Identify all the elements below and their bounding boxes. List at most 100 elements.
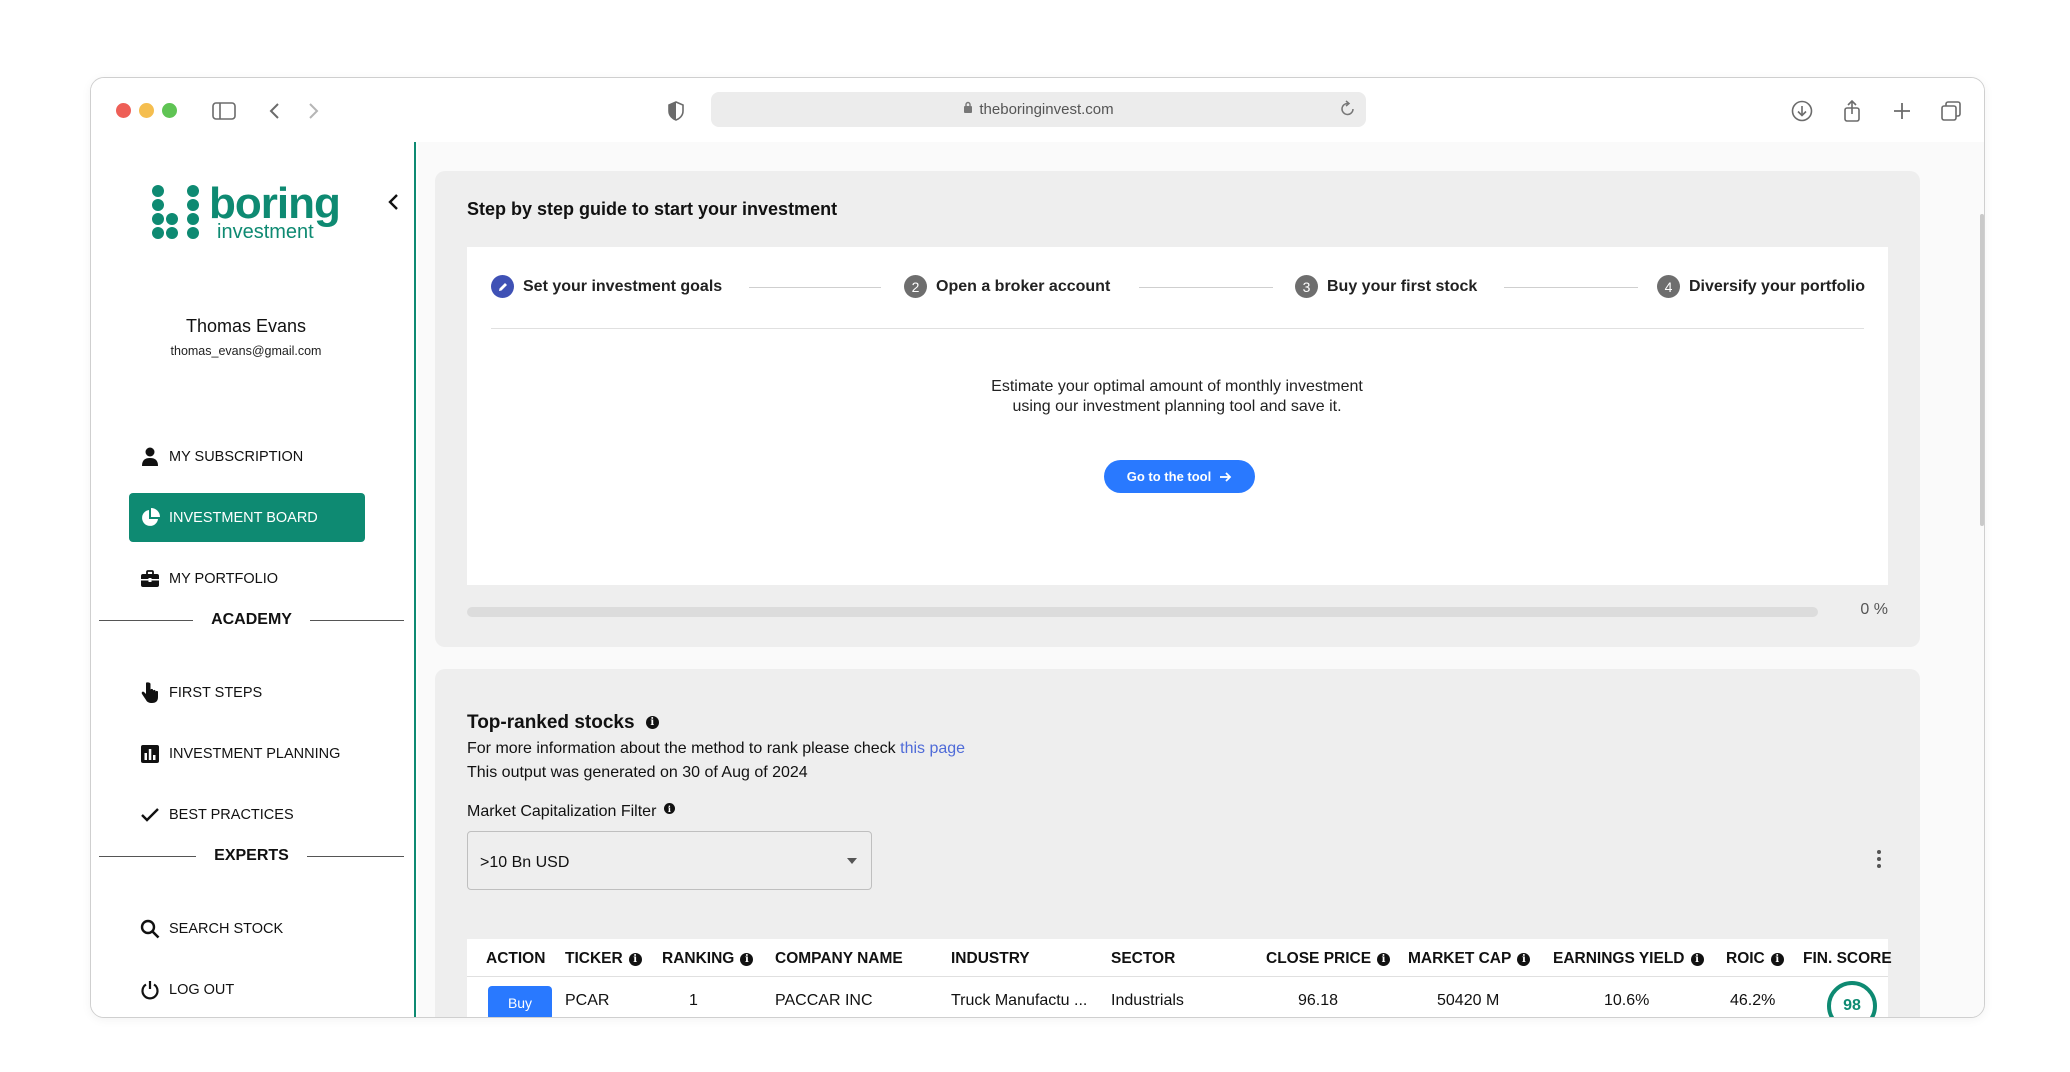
cell-earnings-yield: 10.6% bbox=[1604, 992, 1650, 1009]
step-label: Buy your first stock bbox=[1327, 277, 1478, 295]
ranked-info-text: For more information about the method to… bbox=[467, 740, 896, 757]
info-icon[interactable]: i bbox=[1517, 952, 1531, 966]
col-market-cap[interactable]: MARKET CAP i bbox=[1408, 950, 1531, 968]
sidebar: boring investment Thomas Evans thomas_ev… bbox=[91, 142, 416, 1017]
nav-my-portfolio[interactable]: MY PORTFOLIO bbox=[129, 554, 365, 603]
nav-label: BEST PRACTICES bbox=[169, 806, 294, 823]
button-label: Go to the tool bbox=[1126, 469, 1212, 484]
info-icon[interactable]: i bbox=[1770, 952, 1784, 966]
back-icon[interactable] bbox=[259, 96, 289, 126]
more-options-icon[interactable] bbox=[1869, 847, 1889, 871]
browser-toolbar: theboringinvest.com bbox=[91, 78, 1984, 142]
step-3[interactable]: 3 Buy your first stock bbox=[1295, 275, 1477, 298]
step-label: Diversify your portfolio bbox=[1689, 277, 1866, 295]
edit-pencil-icon bbox=[491, 275, 514, 298]
pie-chart-icon bbox=[139, 507, 161, 529]
forward-icon[interactable] bbox=[299, 96, 329, 126]
step-2[interactable]: 2 Open a broker account bbox=[904, 275, 1110, 298]
power-icon bbox=[139, 979, 161, 1001]
nav-my-subscription[interactable]: MY SUBSCRIPTION bbox=[129, 432, 365, 481]
nav-first-steps[interactable]: FIRST STEPS bbox=[129, 668, 365, 717]
user-email: thomas_evans@gmail.com bbox=[170, 344, 322, 358]
info-icon[interactable]: i bbox=[1690, 952, 1704, 966]
cell-industry: Truck Manufactu ... bbox=[951, 992, 1088, 1009]
vertical-scrollbar[interactable] bbox=[1980, 214, 1984, 526]
generated-date-text: This output was generated on 30 of Aug o… bbox=[467, 764, 808, 781]
check-icon bbox=[139, 804, 161, 826]
privacy-shield-icon[interactable] bbox=[661, 96, 691, 126]
tab-overview-icon[interactable] bbox=[1936, 96, 1966, 126]
select-value: >10 Bn USD bbox=[480, 854, 570, 871]
step-number: 3 bbox=[1295, 275, 1318, 298]
guide-progress-bar bbox=[467, 607, 1818, 617]
step-1[interactable]: Set your investment goals bbox=[491, 275, 722, 298]
nav-search-stock[interactable]: SEARCH STOCK bbox=[129, 904, 365, 953]
col-company-name[interactable]: COMPANY NAME bbox=[775, 950, 903, 968]
cell-company-name: PACCAR INC bbox=[775, 992, 873, 1009]
nav-label: INVESTMENT BOARD bbox=[169, 509, 318, 526]
info-icon[interactable]: i bbox=[645, 716, 659, 730]
info-icon[interactable]: i bbox=[663, 803, 675, 814]
ranked-title-text: Top-ranked stocks bbox=[467, 712, 635, 733]
lock-icon bbox=[963, 101, 973, 118]
sidebar-toggle-icon[interactable] bbox=[209, 96, 239, 126]
nav-investment-planning[interactable]: INVESTMENT PLANNING bbox=[129, 729, 365, 778]
step-connector bbox=[1139, 287, 1273, 288]
step-4[interactable]: 4 Diversify your portfolio bbox=[1657, 275, 1865, 298]
nav-label: SEARCH STOCK bbox=[169, 920, 284, 937]
close-window-button[interactable] bbox=[116, 103, 131, 118]
col-roic[interactable]: ROIC i bbox=[1726, 950, 1784, 968]
cell-sector: Industrials bbox=[1111, 992, 1184, 1009]
guide-title: Step by step guide to start your investm… bbox=[467, 199, 838, 219]
nav-best-practices[interactable]: BEST PRACTICES bbox=[129, 790, 365, 839]
address-bar[interactable]: theboringinvest.com bbox=[711, 92, 1366, 127]
download-icon[interactable] bbox=[1787, 96, 1817, 126]
academy-label: ACADEMY bbox=[211, 611, 292, 628]
col-industry[interactable]: INDUSTRY bbox=[951, 950, 1030, 968]
collapse-sidebar-icon[interactable] bbox=[381, 190, 405, 214]
table-row: Buy PCAR 1 PACCAR INC Truck Manufactu ..… bbox=[467, 977, 1888, 1017]
academy-section-header: ACADEMY bbox=[99, 610, 405, 630]
minimize-window-button[interactable] bbox=[139, 103, 154, 118]
stepper-card: Set your investment goals 2 Open a broke… bbox=[467, 247, 1888, 585]
cell-roic: 46.2% bbox=[1730, 992, 1776, 1009]
col-close-price[interactable]: CLOSE PRICE i bbox=[1266, 950, 1391, 968]
nav-log-out[interactable]: LOG OUT bbox=[129, 965, 365, 1014]
col-action[interactable]: ACTION bbox=[486, 950, 545, 968]
filter-label: Market Capitalization Filter i bbox=[467, 803, 675, 821]
zoom-window-button[interactable] bbox=[162, 103, 177, 118]
info-icon[interactable]: i bbox=[740, 952, 754, 966]
method-page-link[interactable]: this page bbox=[900, 740, 965, 757]
info-icon[interactable]: i bbox=[1377, 952, 1391, 966]
market-cap-filter-select[interactable]: >10 Bn USD bbox=[467, 831, 872, 890]
person-icon bbox=[139, 446, 161, 468]
ranked-info-line: For more information about the method to… bbox=[467, 740, 965, 758]
buy-button[interactable]: Buy bbox=[488, 986, 552, 1017]
cell-ticker: PCAR bbox=[565, 992, 610, 1009]
brand-logo[interactable]: boring investment bbox=[151, 182, 341, 242]
cell-ranking: 1 bbox=[689, 992, 698, 1009]
col-earnings-yield[interactable]: EARNINGS YIELD i bbox=[1553, 950, 1704, 968]
step-number: 2 bbox=[904, 275, 927, 298]
col-sector[interactable]: SECTOR bbox=[1111, 950, 1175, 968]
go-to-tool-button[interactable]: Go to the tool bbox=[1104, 460, 1255, 493]
step-description: Estimate your optimal amount of monthly … bbox=[991, 378, 1363, 415]
stepper-divider bbox=[491, 328, 1864, 329]
nav-label: INVESTMENT PLANNING bbox=[169, 745, 341, 762]
reload-icon[interactable] bbox=[1340, 99, 1356, 121]
col-ranking[interactable]: RANKING i bbox=[662, 950, 754, 968]
step-connector bbox=[749, 287, 881, 288]
search-icon bbox=[139, 918, 161, 940]
briefcase-icon bbox=[139, 568, 161, 590]
info-icon[interactable]: i bbox=[628, 952, 642, 966]
col-ticker[interactable]: TICKER i bbox=[565, 950, 642, 968]
experts-section-header: EXPERTS bbox=[99, 846, 404, 866]
col-fin-score[interactable]: FIN. SCORE bbox=[1803, 950, 1892, 968]
nav-investment-board[interactable]: INVESTMENT BOARD bbox=[129, 493, 365, 542]
dropdown-caret-icon bbox=[847, 858, 857, 864]
logo-dots-icon bbox=[152, 185, 199, 239]
cell-market-cap: 50420 M bbox=[1437, 992, 1500, 1009]
new-tab-icon[interactable] bbox=[1887, 96, 1917, 126]
browser-window: theboringinvest.com boring investment Th… bbox=[90, 77, 1985, 1018]
share-icon[interactable] bbox=[1837, 96, 1867, 126]
